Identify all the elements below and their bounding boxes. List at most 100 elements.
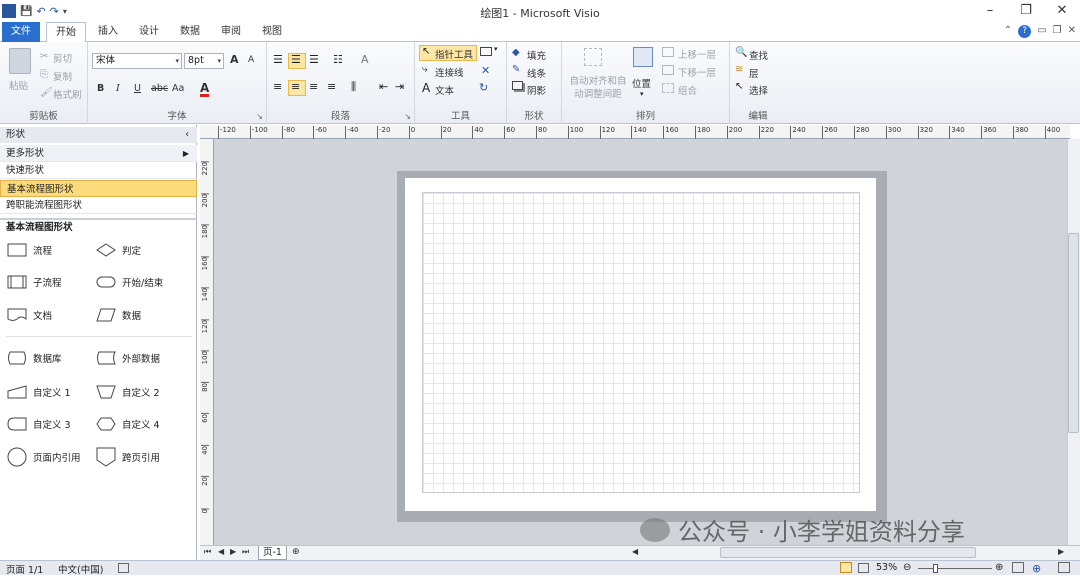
zoom-level[interactable]: 53% [876,562,897,573]
bring-forward-button[interactable]: 上移一层 [678,47,716,61]
align-top-icon[interactable]: ☰ [273,53,283,66]
underline-button[interactable]: U [134,83,141,94]
shrink-font-button[interactable]: A [248,55,254,65]
full-screen-icon[interactable] [858,563,869,573]
font-size-select[interactable]: 8pt ▾ [184,53,224,69]
vertical-ruler[interactable]: 220 200 180 160 140 120 100 80 60 40 20 0 [200,139,214,545]
shape-decision[interactable]: 判定 [96,243,141,257]
insert-page-icon[interactable]: ⊕ [292,547,300,557]
font-color-button[interactable]: A [200,82,210,97]
format-painter-icon[interactable]: 🖌 [40,87,53,98]
cut-icon[interactable]: ✂ [40,51,48,62]
text-tool-button[interactable]: 文本 [435,83,454,97]
position-button[interactable]: 位置 [632,76,651,90]
horizontal-scroll-thumb[interactable] [720,547,976,558]
copy-button[interactable]: 复制 [53,69,72,83]
auto-align-icon[interactable] [584,48,602,66]
last-page-icon[interactable]: ⏭ [242,547,249,557]
italic-button[interactable]: I [116,83,120,94]
justify-icon[interactable]: ≡ [327,80,336,93]
close-button[interactable]: ✕ [1044,0,1080,22]
horizontal-ruler[interactable]: -120 -100 -80 -60 -40 -20 0 20 40 60 80 100 120 140 16… [200,125,1070,139]
paste-button[interactable]: 粘贴 [9,78,28,92]
shape-start-end[interactable]: 开始/结束 [96,275,163,289]
ribbon-collapse-icon[interactable]: ⌃ [1004,25,1012,38]
prev-page-icon[interactable]: ◀ [218,547,224,556]
tab-insert[interactable]: 插入 [92,22,124,42]
layers-button[interactable]: 层 [749,66,759,80]
restore-button[interactable]: ❐ [1008,0,1044,22]
page-number-status[interactable]: 页面 1/1 [6,562,43,576]
next-page-icon[interactable]: ▶ [230,547,236,556]
position-icon[interactable] [633,47,653,67]
connection-point-icon[interactable]: ✕ [481,64,490,77]
decrease-indent-icon[interactable]: ⇤ [379,80,388,93]
bullets-icon[interactable]: ☷ [333,53,343,66]
stencil-quick-shapes[interactable]: 快速形状 [0,162,197,179]
tab-view[interactable]: 视图 [256,22,288,42]
scroll-right-icon[interactable]: ▶ [1058,547,1064,556]
align-right-icon[interactable]: ≡ [309,80,318,93]
rectangle-tool-icon[interactable] [480,47,492,56]
tab-file[interactable]: 文件 [2,22,40,42]
doc-minimize-icon[interactable]: ▭ [1037,25,1046,38]
tab-data[interactable]: 数据 [174,22,206,42]
shape-custom-1[interactable]: 自定义 1 [7,385,71,399]
copy-icon[interactable]: ⎘ [40,69,48,80]
fit-page-icon[interactable] [840,562,852,573]
pan-zoom-icon[interactable]: ⊕ [1032,562,1041,575]
tab-review[interactable]: 审阅 [215,22,247,42]
fit-window-icon[interactable] [1012,562,1024,573]
font-family-select[interactable]: 宋体 ▾ [92,53,182,69]
shape-document[interactable]: 文档 [7,308,52,322]
chevron-down-icon[interactable]: ▾ [494,45,498,53]
distribute-icon[interactable]: ⫼ [351,80,356,94]
grow-font-button[interactable]: A [230,53,239,66]
auto-align-button[interactable]: 自动对齐和自动调整间距 [568,75,628,101]
shape-subprocess[interactable]: 子流程 [7,275,62,289]
minimize-button[interactable]: – [972,0,1008,22]
zoom-slider[interactable] [918,568,992,569]
more-shapes-menu[interactable]: 更多形状 ▶ [0,145,197,162]
dialog-launcher-icon[interactable]: ↘ [404,112,411,121]
scroll-left-icon[interactable]: ◀ [632,547,638,556]
shape-data[interactable]: 数据 [96,308,141,322]
group-button[interactable]: 组合 [678,83,697,97]
collapse-panel-icon[interactable]: ‹ [185,127,189,143]
shape-off-page-reference[interactable]: 跨页引用 [96,447,160,467]
shape-custom-3[interactable]: 自定义 3 [7,417,71,431]
text-block-icon[interactable]: ↻ [479,81,488,94]
connector-button[interactable]: 连接线 [435,65,464,79]
stencil-basic-flowchart[interactable]: 基本流程图形状 [0,180,197,197]
shape-database[interactable]: 数据库 [7,351,62,365]
tab-design[interactable]: 设计 [133,22,165,42]
shape-custom-2[interactable]: 自定义 2 [96,385,160,399]
bold-button[interactable]: B [97,83,104,94]
stencil-cross-functional[interactable]: 跨职能流程图形状 [0,197,197,214]
format-painter-button[interactable]: 格式刷 [53,87,82,101]
switch-windows-icon[interactable] [1058,562,1070,573]
align-bottom-icon[interactable]: ☰ [309,53,319,66]
doc-close-icon[interactable]: ✕ [1068,25,1076,38]
page-grid[interactable] [422,192,860,493]
select-button[interactable]: 选择 [749,83,768,97]
zoom-slider-thumb[interactable] [933,564,938,573]
doc-restore-icon[interactable]: ❐ [1053,25,1062,38]
find-button[interactable]: 查找 [749,48,768,62]
line-button[interactable]: 线条 [527,66,546,80]
shape-process[interactable]: 流程 [7,243,52,257]
vertical-scroll-thumb[interactable] [1068,233,1079,433]
shape-on-page-reference[interactable]: 页面内引用 [7,447,81,467]
page-tab-1[interactable]: 页-1 [258,546,287,560]
cut-button[interactable]: 剪切 [53,51,72,65]
shape-custom-4[interactable]: 自定义 4 [96,417,160,431]
send-backward-button[interactable]: 下移一层 [678,65,716,79]
zoom-in-icon[interactable]: ⊕ [995,562,1003,573]
increase-indent-icon[interactable]: ⇥ [395,80,404,93]
text-direction-icon[interactable]: A [361,53,369,66]
tab-home[interactable]: 开始 [46,22,86,43]
align-left-icon[interactable]: ≡ [273,80,282,93]
fill-button[interactable]: 填充 [527,48,546,62]
first-page-icon[interactable]: ⏮ [204,547,211,557]
shape-external-data[interactable]: 外部数据 [96,351,160,365]
